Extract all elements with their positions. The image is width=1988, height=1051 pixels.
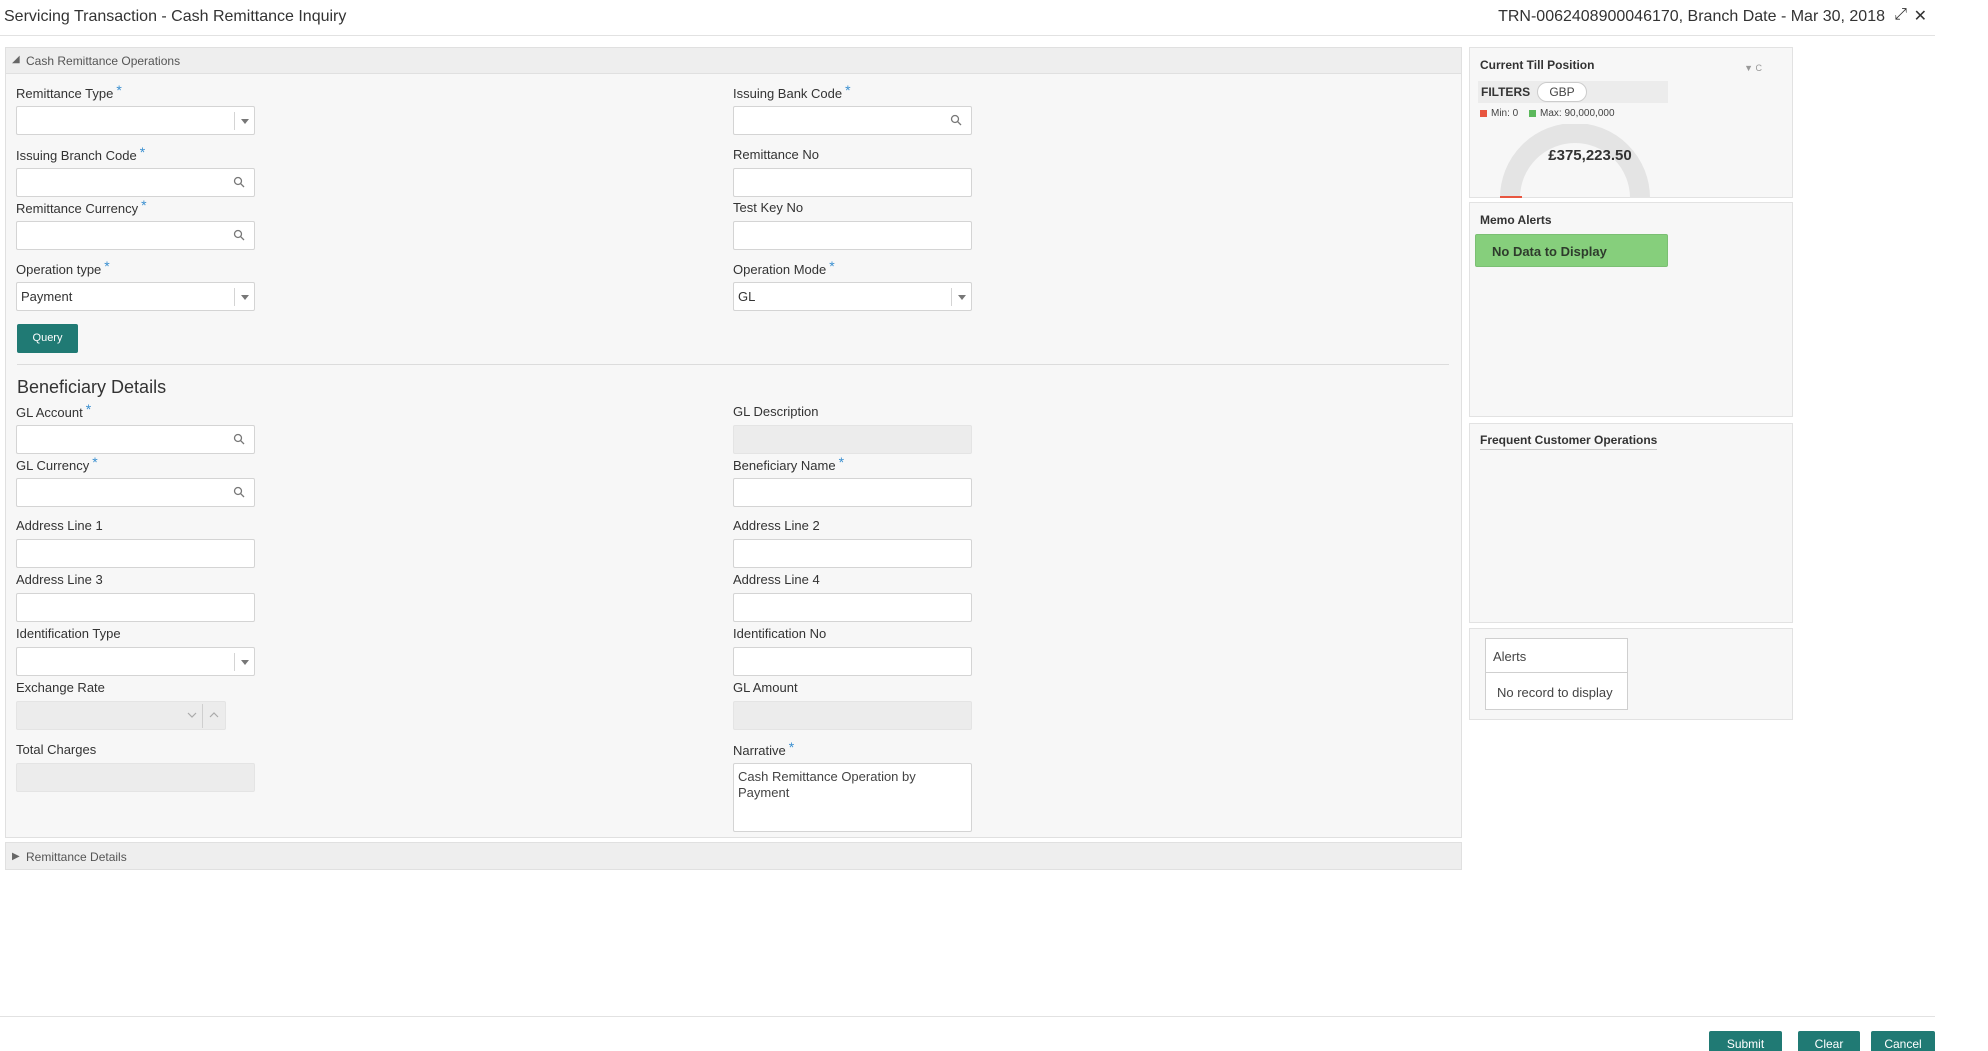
section-title: Remittance Details <box>26 850 127 864</box>
filters-label: FILTERS <box>1481 85 1531 99</box>
issuing-bank-code-input[interactable] <box>733 106 972 135</box>
gauge-track <box>1500 124 1650 198</box>
address-line-4-label: Address Line 4 <box>733 572 820 587</box>
transaction-reference: TRN-0062408900046170, Branch Date - Mar … <box>1498 8 1885 25</box>
section-header-cash-remittance[interactable]: ◢ Cash Remittance Operations <box>6 48 1461 74</box>
exchange-rate-field <box>16 701 226 730</box>
max-label: Max: 90,000,000 <box>1540 108 1615 119</box>
close-icon[interactable]: ✕ <box>1914 6 1927 26</box>
chevron-down-icon[interactable] <box>234 288 254 306</box>
issuing-branch-code-label: Issuing Branch Code * <box>16 144 146 163</box>
divider <box>17 364 1449 365</box>
filter-row: FILTERS GBP <box>1478 81 1668 103</box>
till-amount: £375,223.50 <box>1548 147 1632 164</box>
gl-account-label: GL Account * <box>16 401 92 420</box>
current-till-position-card: Current Till Position ▼ C FILTERS GBP Mi… <box>1469 47 1793 198</box>
remittance-currency-label: Remittance Currency * <box>16 197 147 216</box>
gl-amount-label: GL Amount <box>733 680 798 695</box>
memo-alerts-card: Memo Alerts No Data to Display <box>1469 202 1793 417</box>
section-header-remittance-details[interactable]: ▶ Remittance Details <box>5 842 1462 870</box>
chevron-down-icon[interactable] <box>234 112 254 130</box>
gl-amount-field <box>733 701 972 730</box>
operation-type-label: Operation type * <box>16 258 110 277</box>
gl-description-field <box>733 425 972 454</box>
alerts-empty-message: No record to display <box>1497 685 1613 700</box>
operation-mode-label: Operation Mode * <box>733 258 835 277</box>
identification-no-input[interactable] <box>733 647 972 676</box>
memo-alerts-title: Memo Alerts <box>1480 213 1552 227</box>
stepper-divider <box>202 704 203 728</box>
search-icon[interactable] <box>950 114 962 126</box>
address-line-1-input[interactable] <box>16 539 255 568</box>
search-icon[interactable] <box>233 433 245 445</box>
expand-arrow-icon[interactable]: ▶ <box>12 851 20 862</box>
top-bar: Servicing Transaction - Cash Remittance … <box>0 0 1935 36</box>
issuing-bank-code-label: Issuing Bank Code * <box>733 82 851 101</box>
gl-account-input[interactable] <box>16 425 255 454</box>
till-legend: Min: 0 Max: 90,000,000 <box>1480 108 1615 119</box>
remittance-type-label: Remittance Type * <box>16 82 122 101</box>
address-line-4-input[interactable] <box>733 593 972 622</box>
gl-description-label: GL Description <box>733 404 819 419</box>
footer-bar: Submit Clear Cancel <box>0 1016 1935 1051</box>
clear-button[interactable]: Clear <box>1798 1031 1860 1051</box>
chevron-up-icon[interactable] <box>209 712 219 718</box>
memo-no-data-banner: No Data to Display <box>1475 234 1668 267</box>
alerts-header: Alerts <box>1486 639 1627 673</box>
alerts-table: Alerts No record to display <box>1485 638 1628 710</box>
cancel-button[interactable]: Cancel <box>1871 1031 1935 1051</box>
submit-button[interactable]: Submit <box>1709 1031 1782 1051</box>
query-button[interactable]: Query <box>17 324 78 353</box>
address-line-2-label: Address Line 2 <box>733 518 820 533</box>
test-key-no-input[interactable] <box>733 221 972 250</box>
issuing-branch-code-input[interactable] <box>16 168 255 197</box>
chevron-down-icon[interactable] <box>187 712 197 718</box>
identification-type-select[interactable] <box>16 647 255 676</box>
search-icon[interactable] <box>233 486 245 498</box>
currency-chip[interactable]: GBP <box>1537 82 1587 102</box>
gl-currency-label: GL Currency * <box>16 454 98 473</box>
min-legend-swatch <box>1480 109 1487 117</box>
min-label: Min: 0 <box>1491 108 1519 119</box>
identification-type-label: Identification Type <box>16 626 121 641</box>
max-legend-swatch <box>1529 109 1537 117</box>
remittance-type-select[interactable] <box>16 106 255 135</box>
operation-type-select[interactable]: Payment <box>16 282 255 311</box>
test-key-no-label: Test Key No <box>733 200 804 215</box>
beneficiary-details-heading: Beneficiary Details <box>17 377 167 397</box>
section-title: Cash Remittance Operations <box>26 54 181 68</box>
operation-mode-select[interactable]: GL <box>733 282 972 311</box>
total-charges-label: Total Charges <box>16 742 97 757</box>
address-line-1-label: Address Line 1 <box>16 518 103 533</box>
narrative-textarea[interactable]: Cash Remittance Operation by Payment <box>733 763 972 832</box>
chevron-down-icon[interactable] <box>951 288 971 306</box>
cash-remittance-panel: ◢ Cash Remittance Operations Remittance … <box>5 47 1462 838</box>
total-charges-field <box>16 763 255 792</box>
exchange-rate-label: Exchange Rate <box>16 680 105 695</box>
filter-icon[interactable]: ▼ C <box>1744 63 1762 73</box>
identification-no-label: Identification No <box>733 626 827 641</box>
gl-currency-input[interactable] <box>16 478 255 507</box>
beneficiary-name-input[interactable] <box>733 478 972 507</box>
search-icon[interactable] <box>233 229 245 241</box>
chevron-down-icon[interactable] <box>234 653 254 671</box>
remittance-no-label: Remittance No <box>733 147 819 162</box>
till-title: Current Till Position <box>1480 58 1595 72</box>
collapse-icon[interactable]: ◢ <box>12 54 20 65</box>
expand-icon[interactable]: ⤢ <box>1894 6 1907 24</box>
search-icon[interactable] <box>233 176 245 188</box>
alerts-card: Alerts No record to display <box>1469 628 1793 720</box>
address-line-3-input[interactable] <box>16 593 255 622</box>
page-title: Servicing Transaction - Cash Remittance … <box>4 8 347 25</box>
narrative-label: Narrative * <box>733 739 795 758</box>
address-line-2-input[interactable] <box>733 539 972 568</box>
frequent-customer-operations-card: Frequent Customer Operations <box>1469 423 1793 623</box>
frequent-operations-title: Frequent Customer Operations <box>1480 433 1658 450</box>
beneficiary-name-label: Beneficiary Name * <box>733 454 845 473</box>
address-line-3-label: Address Line 3 <box>16 572 103 587</box>
remittance-no-input[interactable] <box>733 168 972 197</box>
remittance-currency-input[interactable] <box>16 221 255 250</box>
